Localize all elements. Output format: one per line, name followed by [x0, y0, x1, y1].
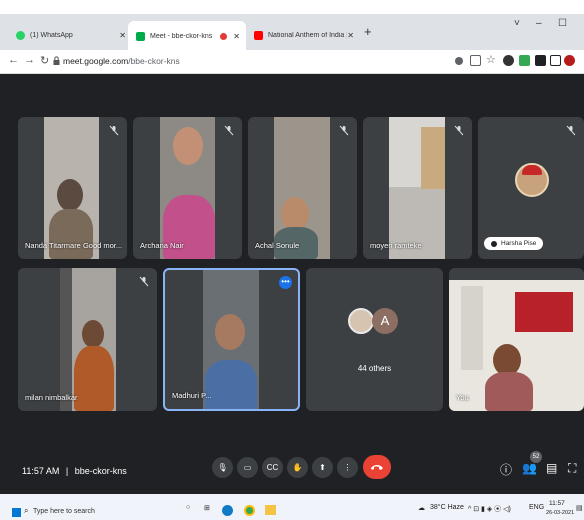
- participant-head: [173, 127, 203, 165]
- present-button[interactable]: ⬆: [312, 457, 333, 478]
- participant-tile[interactable]: moyeri ramteke: [363, 117, 472, 259]
- close-icon[interactable]: ✕: [233, 32, 240, 41]
- windows-start-icon[interactable]: [12, 508, 21, 517]
- meet-icon: [136, 32, 145, 41]
- puzzle-icon[interactable]: [535, 55, 546, 66]
- more-options-icon[interactable]: •••: [279, 276, 292, 289]
- taskbar-date[interactable]: 26-03-2021: [546, 510, 574, 516]
- participant-name: moyeri ramteke: [370, 241, 422, 250]
- weather-icon: ☁: [418, 505, 425, 512]
- tab-youtube[interactable]: National Anthem of India | 52 Se ✕: [246, 25, 360, 45]
- participant-name: Achal Sonule: [255, 241, 300, 250]
- tab-whatsapp[interactable]: (1) WhatsApp ✕: [8, 25, 132, 45]
- more-options-button[interactable]: ⋮: [337, 457, 358, 478]
- microphone-button[interactable]: 🎙: [212, 457, 233, 478]
- new-tab-button[interactable]: +: [364, 24, 372, 39]
- weather-text[interactable]: 38°C Haze: [430, 504, 464, 511]
- participant-tile[interactable]: Archana Nair: [133, 117, 242, 259]
- others-count: 44 others: [357, 364, 392, 373]
- cortana-icon[interactable]: ○: [186, 504, 190, 511]
- participant-name: milan nimbalkar: [25, 393, 78, 402]
- participant-tile[interactable]: Harsha Pise: [478, 117, 584, 259]
- star-icon[interactable]: ☆: [486, 53, 496, 66]
- participant-tile-pinned[interactable]: ••• Madhuri P...: [163, 268, 300, 411]
- forward-icon[interactable]: →: [24, 54, 35, 66]
- leave-call-button[interactable]: [363, 455, 391, 479]
- camera-button[interactable]: ▭: [237, 457, 258, 478]
- mic-off-icon: [224, 125, 234, 136]
- mic-off-icon: [454, 125, 464, 136]
- taskbar-clock[interactable]: 11:57: [549, 500, 565, 507]
- self-tile[interactable]: You: [449, 268, 584, 411]
- extension-icon[interactable]: [519, 55, 530, 66]
- activities-icon[interactable]: ⛶: [568, 461, 576, 476]
- recording-dot-icon: [220, 33, 228, 40]
- avatar[interactable]: [564, 55, 575, 66]
- participant-name: Nanda Titarmare Good mor...: [25, 241, 123, 250]
- language-indicator[interactable]: ENG: [529, 504, 544, 511]
- chat-icon[interactable]: ▤: [546, 461, 557, 475]
- top-strip: [0, 0, 584, 14]
- participant-name: Madhuri P...: [172, 391, 212, 400]
- participant-tile[interactable]: Achal Sonule: [248, 117, 357, 259]
- meeting-info: 11:57 AM | bbe-ckor-kns: [22, 466, 127, 476]
- camera-icon[interactable]: [455, 57, 463, 65]
- notifications-icon[interactable]: ▤: [576, 504, 583, 512]
- back-icon[interactable]: ←: [8, 54, 19, 66]
- close-icon[interactable]: ✕: [347, 31, 354, 40]
- phone-hangup-icon: [371, 465, 383, 470]
- reload-icon[interactable]: ↻: [40, 54, 49, 67]
- chrome-icon[interactable]: [244, 505, 255, 516]
- share-icon[interactable]: [470, 55, 481, 66]
- participant-head: [281, 197, 309, 231]
- participant-head: [57, 179, 83, 211]
- participant-name: Archana Nair: [140, 241, 184, 250]
- task-view-icon[interactable]: ⊞: [204, 504, 210, 512]
- url-field[interactable]: meet.google.com/bbe-ckor-kns: [63, 56, 180, 66]
- chevron-down-icon[interactable]: ˅: [514, 18, 520, 29]
- people-icon[interactable]: 👥: [522, 461, 537, 475]
- captions-button[interactable]: CC: [262, 457, 283, 478]
- others-tile[interactable]: A 44 others: [306, 268, 443, 411]
- mic-off-icon: [339, 125, 349, 136]
- maximize-icon[interactable]: ☐: [558, 18, 567, 29]
- tab-meet[interactable]: Meet - bbe-ckor-kns ✕: [128, 21, 246, 50]
- hand-icon: [491, 240, 497, 247]
- youtube-icon: [254, 30, 263, 40]
- whatsapp-icon: [16, 30, 25, 40]
- participant-tile[interactable]: milan nimbalkar: [18, 268, 157, 411]
- participant-tile[interactable]: Nanda Titarmare Good mor...: [18, 117, 127, 259]
- edge-icon[interactable]: [222, 505, 233, 516]
- close-icon[interactable]: ✕: [119, 31, 126, 40]
- file-explorer-icon[interactable]: [265, 505, 276, 515]
- avatar: [348, 308, 374, 334]
- info-icon[interactable]: ⓘ: [500, 461, 512, 478]
- taskbar-search[interactable]: Type here to search: [33, 508, 95, 515]
- lock-icon: [53, 56, 60, 65]
- mic-off-icon: [139, 276, 149, 287]
- participant-head: [82, 320, 104, 348]
- participant-head: [215, 314, 245, 350]
- extension-icon[interactable]: [503, 55, 514, 66]
- mic-off-icon: [109, 125, 119, 136]
- people-count-badge: 52: [530, 451, 542, 463]
- minimize-icon[interactable]: –: [536, 18, 542, 29]
- search-icon[interactable]: ⌕: [24, 506, 28, 516]
- participant-name: You: [456, 393, 469, 402]
- tray-icons[interactable]: ^ ⊡ ▮ ◈ ⦿ ◁): [468, 504, 511, 514]
- sidepanel-icon[interactable]: [550, 55, 561, 66]
- mic-off-icon: [566, 125, 576, 136]
- raise-hand-button[interactable]: ✋: [287, 457, 308, 478]
- presenter-chip: Harsha Pise: [484, 237, 544, 250]
- participant-name: Harsha Pise: [501, 240, 537, 247]
- avatar: A: [372, 308, 398, 334]
